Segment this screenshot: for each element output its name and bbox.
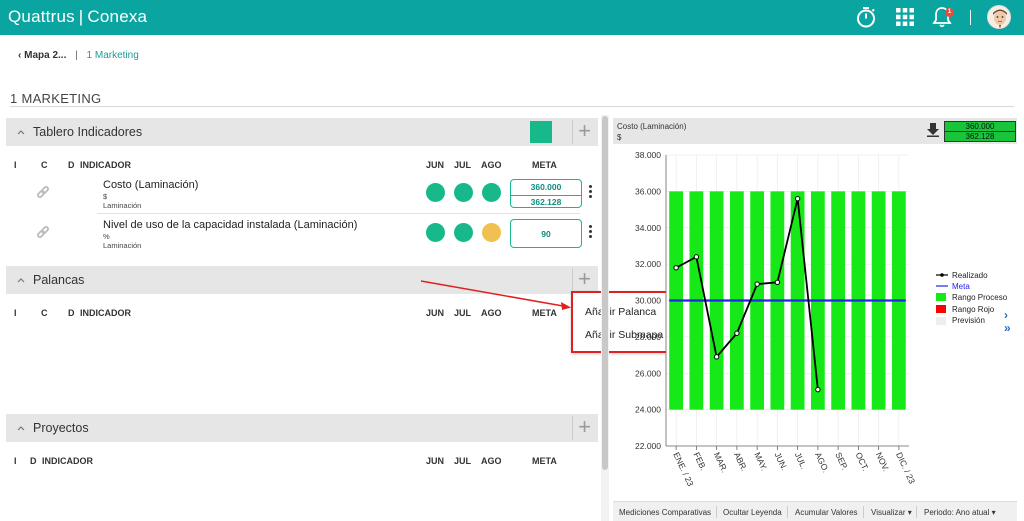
y-tick-label: 22.000 <box>635 441 661 451</box>
legend-rango-rojo-swatch <box>936 305 946 313</box>
x-tick-label: JUL. <box>793 451 809 471</box>
footer-ocultar-leyenda[interactable]: Ocultar Leyenda <box>723 508 782 517</box>
chart-unit: $ <box>617 133 622 142</box>
x-tick-label: OCT. <box>854 451 871 473</box>
x-tick-label: ENE. / 23 <box>671 451 696 488</box>
chart-area: 22.000 24.000 26.000 28.000 30.000 32.000 34.0… <box>635 150 1008 488</box>
y-tick-label: 30.000 <box>635 296 661 306</box>
y-tick-label: 32.000 <box>635 259 661 269</box>
footer-acumular-valores[interactable]: Acumular Valores <box>795 508 858 517</box>
chart-footer: Mediciones Comparativas Ocultar Leyenda … <box>613 501 1017 521</box>
realizado-point <box>794 195 801 202</box>
download-icon[interactable] <box>927 123 939 137</box>
y-tick-label: 36.000 <box>635 186 661 196</box>
realizado-point <box>754 281 760 287</box>
y-tick-label: 34.000 <box>635 223 661 233</box>
x-tick-label: SEP. <box>833 451 850 472</box>
y-tick-label: 28.000 <box>635 332 661 342</box>
x-tick-label: MAY. <box>752 451 769 473</box>
legend-prevision-label: Previsión <box>952 316 985 325</box>
realizado-point <box>815 386 821 393</box>
footer-divider <box>787 506 788 518</box>
x-tick-label: JUN. <box>773 451 790 472</box>
footer-divider <box>716 506 717 518</box>
legend-rango-proceso-swatch <box>936 293 946 301</box>
legend-rango-proceso-label: Rango Proceso <box>952 293 1008 302</box>
double-chevron-right-icon[interactable]: » <box>1004 322 1018 335</box>
legend-realizado-dot <box>940 273 944 277</box>
chart-title: Costo (Laminación) <box>617 122 687 131</box>
x-tick-label: AGO. <box>813 451 831 474</box>
footer-visualizar[interactable]: Visualizar ▾ <box>871 508 912 517</box>
legend-meta-label: Meta <box>952 282 970 291</box>
x-tick-label: FEB. <box>692 451 709 472</box>
y-tick-label: 24.000 <box>635 405 661 415</box>
footer-divider <box>863 506 864 518</box>
legend-realizado-label: Realizado <box>952 271 988 280</box>
y-tick-label: 26.000 <box>635 368 661 378</box>
footer-mediciones-comparativas[interactable]: Mediciones Comparativas <box>619 508 711 517</box>
x-tick-label: MAR. <box>712 451 730 474</box>
realizado-point <box>673 265 679 271</box>
realizado-point <box>693 254 700 260</box>
realizado-point <box>734 330 740 336</box>
footer-periodo[interactable]: Periodo: Ano atual ▾ <box>924 508 996 517</box>
y-tick-label: 38.000 <box>635 150 661 160</box>
x-tick-label: DIC. / 23 <box>894 451 917 486</box>
x-tick-label: NOV. <box>874 451 892 473</box>
expand-arrows[interactable]: › » <box>1004 309 1018 339</box>
chart-actual-value: 362.128 <box>944 131 1016 142</box>
scrollbar-thumb[interactable] <box>602 116 608 470</box>
chart-header: Costo (Laminación) $ 360.000 362.128 <box>613 118 1017 144</box>
footer-divider <box>916 506 917 518</box>
legend-rango-rojo-label: Rango Rojo <box>952 305 995 314</box>
x-tick-label: ABR. <box>732 451 749 473</box>
realizado-point <box>774 279 781 286</box>
realizado-point <box>713 354 720 360</box>
legend-prevision-swatch <box>936 317 946 325</box>
